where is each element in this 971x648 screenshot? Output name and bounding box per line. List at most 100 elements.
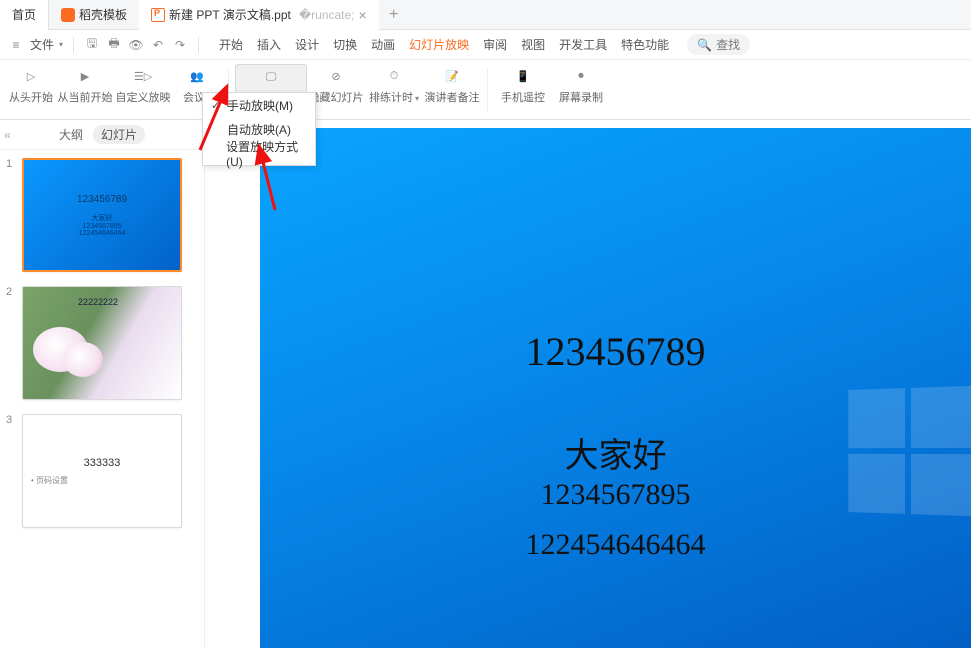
tab-templates-label: 稻壳模板: [79, 6, 127, 23]
slide-thumbnail-3[interactable]: 333333 • 页码设置: [22, 414, 182, 528]
thumb-wrap-2[interactable]: 2 22222222: [22, 286, 194, 400]
menu-devtools[interactable]: 开发工具: [559, 36, 607, 53]
rehearse-button[interactable]: ⏱ 排练计时▾: [365, 64, 423, 119]
thumb1-line1: 123456789: [77, 194, 127, 205]
play-current-icon: ▶: [75, 66, 95, 86]
thumb3-bullet: 页码设置: [36, 476, 68, 485]
custom-show-icon: ☰▷: [133, 66, 153, 86]
thumb-number: 3: [6, 414, 12, 426]
separator: [73, 37, 74, 53]
slide-text-3[interactable]: 1234567895: [260, 478, 971, 512]
from-start-label: 从头开始: [9, 89, 53, 105]
thumb-number: 2: [6, 286, 12, 298]
slide-text-1[interactable]: 123456789: [260, 328, 971, 375]
collapse-sidebar-icon[interactable]: «: [4, 128, 11, 142]
custom-show-button[interactable]: ☰▷ 自定义放映: [114, 64, 172, 105]
thumb3-title: 333333: [84, 457, 121, 469]
title-tabs: 首页 稻壳模板 新建 PPT 演示文稿.ppt �runcate; × +: [0, 0, 971, 30]
thumb1-line4: 122454646464: [79, 230, 126, 237]
template-icon: [61, 8, 75, 22]
ribbon-separator: [487, 68, 488, 112]
undo-icon[interactable]: ↶: [150, 37, 166, 53]
sidebar-tab-slides[interactable]: 幻灯片: [93, 125, 145, 144]
setup-show-icon: 🖵: [261, 67, 281, 87]
check-icon: ✓: [211, 99, 221, 112]
mobile-remote-button[interactable]: 📱 手机遥控: [494, 64, 552, 105]
thumb-number: 1: [6, 158, 12, 170]
search-button[interactable]: 🔍 查找: [687, 34, 750, 55]
screen-record-label: 屏幕录制: [559, 89, 603, 105]
menu-view[interactable]: 视图: [521, 36, 545, 53]
slide-sidebar: 大纲 幻灯片 1 123456789 大家好 1234567895 122454…: [0, 120, 205, 648]
menu-insert[interactable]: 插入: [257, 36, 281, 53]
thumb1-line3: 1234567895: [83, 223, 122, 230]
mobile-remote-label: 手机遥控: [501, 89, 545, 105]
thumb2-text: 22222222: [78, 297, 118, 307]
dropdown-manual[interactable]: ✓手动放映(M): [203, 93, 315, 117]
save-icon[interactable]: 🖫: [84, 37, 100, 53]
file-label: 文件: [30, 36, 54, 53]
slide-thumbnail-1[interactable]: 123456789 大家好 1234567895 122454646464: [22, 158, 182, 272]
ribbon: ▷从头开始 ▶从当前开始 ☰▷自定义放映 👥会议▾ 🖵设置放映方式▾ ⊘隐藏幻灯…: [0, 60, 971, 120]
hide-slide-label: 隐藏幻灯片: [309, 89, 364, 105]
menu-start[interactable]: 开始: [219, 36, 243, 53]
setup-show-dropdown: ✓手动放映(M) 自动放映(A) 设置放映方式(U): [202, 92, 316, 166]
flower-decoration: [63, 342, 103, 377]
from-current-label: 从当前开始: [58, 89, 113, 105]
slide-canvas-area: 123456789 大家好 1234567895 122454646464: [205, 120, 971, 648]
from-start-button[interactable]: ▷ 从头开始: [6, 64, 56, 105]
file-caret-icon: ▾: [59, 40, 63, 49]
meeting-icon: 👥: [187, 66, 207, 86]
file-menu[interactable]: 文件 ▾: [30, 36, 63, 53]
thumb-wrap-3[interactable]: 3 333333 • 页码设置: [22, 414, 194, 528]
dropdown-auto-label: 自动放映(A): [227, 121, 291, 138]
rehearse-caret-icon: ▾: [415, 94, 419, 103]
screen-record-button[interactable]: ⏺ 屏幕录制: [552, 64, 610, 105]
tab-templates[interactable]: 稻壳模板: [49, 0, 139, 30]
menu-animation[interactable]: 动画: [371, 36, 395, 53]
phone-icon: 📱: [513, 66, 533, 86]
add-tab-button[interactable]: +: [379, 6, 409, 24]
tab-home-label: 首页: [12, 6, 36, 23]
current-slide[interactable]: 123456789 大家好 1234567895 122454646464: [260, 128, 971, 648]
timer-icon: ⏱: [384, 66, 404, 86]
speaker-notes-button[interactable]: 📝 演讲者备注: [423, 64, 481, 119]
menu-design[interactable]: 设计: [295, 36, 319, 53]
menu-special[interactable]: 特色功能: [621, 36, 669, 53]
ppt-icon: [151, 8, 165, 22]
slide-text-2[interactable]: 大家好: [260, 428, 971, 477]
tab-document-label: 新建 PPT 演示文稿.ppt: [169, 6, 291, 23]
slide-thumbnail-2[interactable]: 22222222: [22, 286, 182, 400]
restore-icon[interactable]: �runcate;: [299, 8, 355, 22]
dropdown-setup[interactable]: 设置放映方式(U): [203, 141, 315, 165]
thumb-wrap-1[interactable]: 1 123456789 大家好 1234567895 122454646464: [22, 158, 194, 272]
ribbon-tabs: 开始 插入 设计 切换 动画 幻灯片放映 审阅 视图 开发工具 特色功能: [219, 36, 669, 53]
menu-icon[interactable]: ≡: [8, 37, 24, 53]
menu-slideshow[interactable]: 幻灯片放映: [409, 36, 469, 53]
record-icon: ⏺: [571, 66, 591, 86]
workspace-body: « 大纲 幻灯片 1 123456789 大家好 1234567895 1224…: [0, 120, 971, 648]
print-preview-icon[interactable]: 👁: [128, 37, 144, 53]
search-label: 查找: [716, 36, 740, 53]
custom-show-label: 自定义放映: [116, 89, 171, 105]
hide-slide-icon: ⊘: [326, 66, 346, 86]
close-tab-icon[interactable]: ×: [359, 7, 367, 23]
from-current-button[interactable]: ▶ 从当前开始: [56, 64, 114, 105]
slide-text-4[interactable]: 122454646464: [260, 528, 971, 562]
menu-transition[interactable]: 切换: [333, 36, 357, 53]
play-icon: ▷: [21, 66, 41, 86]
tab-home[interactable]: 首页: [0, 0, 49, 30]
redo-icon[interactable]: ↷: [172, 37, 188, 53]
thumbnail-list: 1 123456789 大家好 1234567895 122454646464 …: [0, 150, 204, 648]
rehearse-label: 排练计时: [369, 92, 413, 104]
notes-icon: 📝: [442, 66, 462, 86]
sidebar-tab-outline[interactable]: 大纲: [59, 126, 83, 143]
print-icon[interactable]: 🖶: [106, 37, 122, 53]
search-icon: 🔍: [697, 38, 712, 52]
speaker-notes-label: 演讲者备注: [425, 89, 480, 105]
dropdown-setup-label: 设置放映方式(U): [226, 138, 307, 169]
tab-document[interactable]: 新建 PPT 演示文稿.ppt �runcate; ×: [139, 0, 379, 30]
quick-access-bar: ≡ 文件 ▾ 🖫 🖶 👁 ↶ ↷ 开始 插入 设计 切换 动画 幻灯片放映 审阅 …: [0, 30, 971, 60]
menu-review[interactable]: 审阅: [483, 36, 507, 53]
sidebar-tabs: 大纲 幻灯片: [0, 120, 204, 150]
